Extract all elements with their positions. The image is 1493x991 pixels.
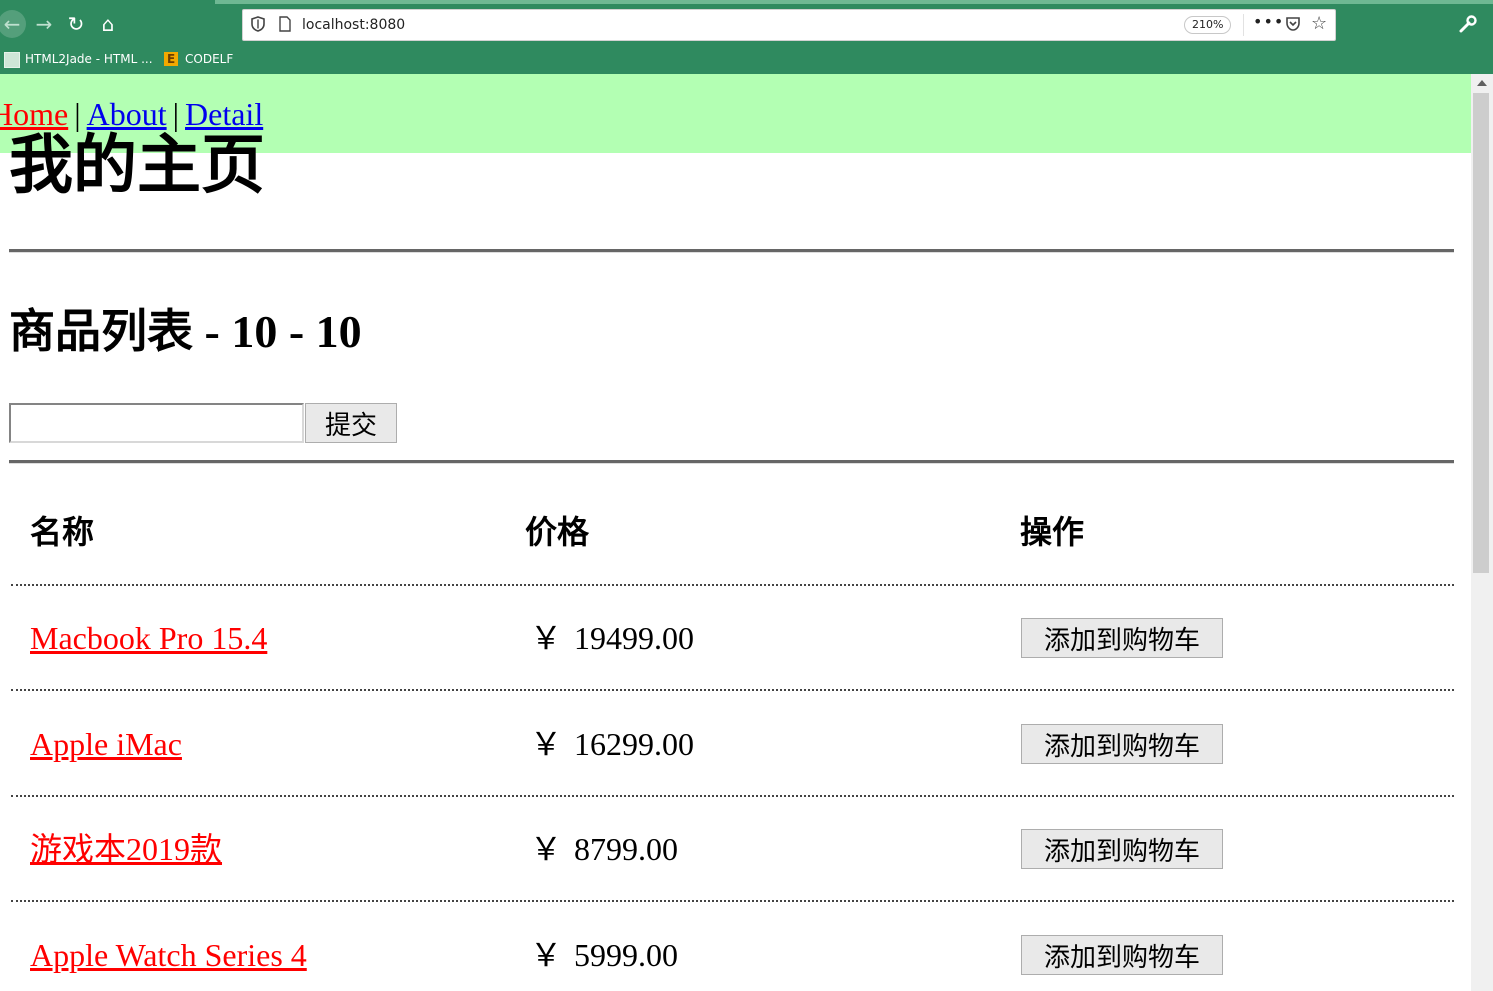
nav-detail-link[interactable]: Detail [185, 96, 263, 132]
product-link[interactable]: Apple iMac [30, 724, 182, 764]
divider [9, 460, 1454, 464]
nav-separator: | [74, 96, 81, 132]
product-price: ￥ 5999.00 [530, 935, 678, 975]
home-icon[interactable]: ⌂ [94, 10, 122, 38]
search-input[interactable] [9, 403, 304, 443]
column-header-name: 名称 [30, 513, 95, 551]
scrollbar-thumb[interactable] [1473, 93, 1489, 573]
product-link[interactable]: Apple Watch Series 4 [30, 935, 307, 975]
currency-symbol: ￥ [530, 830, 563, 868]
address-bar[interactable]: localhost:8080 210% ••• ☆ [242, 9, 1336, 41]
product-price: ￥ 16299.00 [530, 724, 694, 764]
column-header-price: 价格 [525, 513, 590, 551]
price-value: 8799.00 [574, 831, 679, 867]
browser-toolbar: ← → ↻ ⌂ localhost:8080 210% ••• ☆ HTML2J… [0, 0, 1493, 74]
currency-symbol: ￥ [530, 936, 563, 974]
page-title: 我的主页 [9, 129, 265, 203]
price-value: 5999.00 [574, 937, 679, 973]
bookmark-star-icon[interactable]: ☆ [1311, 13, 1327, 34]
row-divider [11, 900, 1454, 902]
row-divider [11, 584, 1454, 586]
nav-about-link[interactable]: About [87, 96, 167, 132]
product-price: ￥ 8799.00 [530, 829, 678, 869]
list-title-counts: - 10 - 10 [193, 306, 362, 357]
product-price: ￥ 19499.00 [530, 618, 694, 658]
product-link[interactable]: Macbook Pro 15.4 [30, 618, 267, 658]
pocket-icon[interactable] [1285, 16, 1301, 32]
page-icon[interactable] [279, 16, 291, 32]
url-text[interactable]: localhost:8080 [302, 16, 405, 34]
add-to-cart-button[interactable]: 添加到购物车 [1021, 724, 1223, 764]
product-list-title: 商品列表 - 10 - 10 [9, 302, 362, 361]
row-divider [11, 795, 1454, 797]
row-divider [11, 689, 1454, 691]
price-value: 16299.00 [574, 726, 695, 762]
column-header-action: 操作 [1020, 513, 1085, 551]
nav-separator: | [172, 96, 180, 132]
add-to-cart-button[interactable]: 添加到购物车 [1021, 935, 1223, 975]
forward-arrow-icon[interactable]: → [30, 10, 58, 38]
nav-home-link[interactable]: Home [0, 96, 68, 132]
scroll-up-arrow-icon[interactable] [1477, 80, 1487, 86]
currency-symbol: ￥ [530, 725, 563, 763]
url-bar-divider [1243, 14, 1244, 36]
submit-button[interactable]: 提交 [305, 403, 397, 443]
price-value: 19499.00 [574, 620, 695, 656]
zoom-level-badge[interactable]: 210% [1184, 16, 1232, 34]
reload-icon[interactable]: ↻ [62, 10, 90, 38]
bookmark-label: HTML2Jade - HTML ... [25, 52, 153, 66]
html2jade-favicon-icon [4, 52, 20, 68]
add-to-cart-button[interactable]: 添加到购物车 [1021, 618, 1223, 658]
back-arrow-icon[interactable]: ← [0, 10, 26, 38]
wrench-icon[interactable] [1458, 14, 1478, 34]
shield-icon[interactable] [251, 16, 265, 32]
list-title-prefix: 商品列表 [9, 304, 193, 358]
active-tab-indicator [215, 0, 1493, 4]
vertical-scrollbar[interactable] [1471, 74, 1493, 991]
add-to-cart-button[interactable]: 添加到购物车 [1021, 829, 1223, 869]
divider [9, 249, 1454, 253]
currency-symbol: ￥ [530, 619, 563, 657]
bookmark-label: CODELF [185, 52, 234, 66]
page-actions-more-icon[interactable]: ••• [1253, 12, 1284, 31]
codelf-favicon-icon [164, 50, 178, 68]
product-link[interactable]: 游戏本2019款 [30, 829, 222, 869]
